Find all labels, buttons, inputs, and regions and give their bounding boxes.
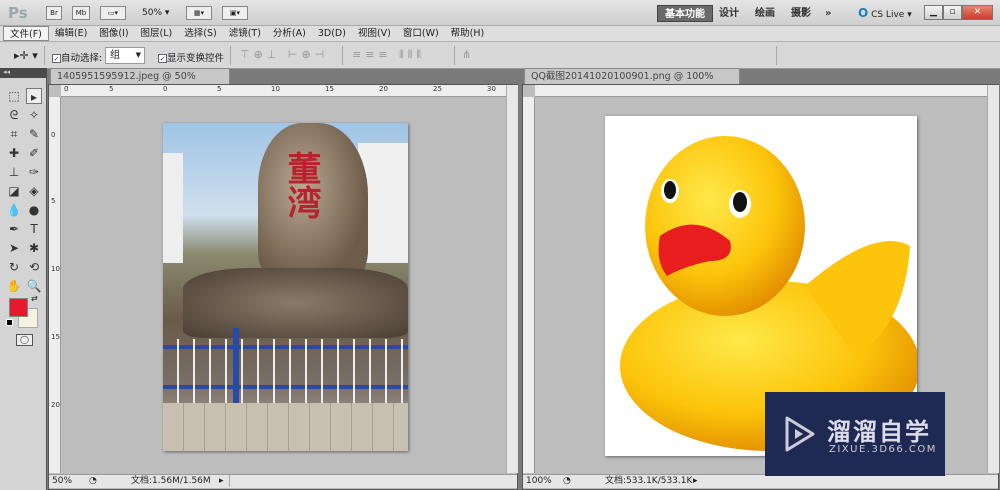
blur-tool-icon[interactable]: 💧 [6,202,22,218]
menu-bar: 文件(F) 编辑(E) 图像(I) 图层(L) 选择(S) 滤镜(T) 分析(A… [0,26,1000,42]
arrange-documents-button[interactable]: ▦▾ [186,6,212,20]
menu-analysis[interactable]: 分析(A) [267,26,312,41]
zoom-level-dropdown[interactable]: 50% ▾ [142,8,169,18]
marquee-tool-icon[interactable]: ⬚ [6,88,22,104]
3d-orbit-icon[interactable]: ⟲ [26,259,42,275]
eraser-tool-icon[interactable]: ◪ [6,183,22,199]
history-brush-icon[interactable]: ✑ [26,164,42,180]
status-bar: 50% ◔ 文档:1.56M/1.56M ▸ [49,474,517,488]
watermark-url: ZIXUE.3D66.COM [829,444,937,455]
vertical-ruler: 0 5 10 15 20 [49,97,61,473]
minimize-button[interactable]: ▁ [924,5,943,20]
toolbox: ◂◂ ⬚ ▸ ᘓ ✧ ⌗ ✎ ✚ ✐ ⊥ ✑ ◪ ◈ 💧 ● ✒ T ➤ ✱ ↻ ⟲ ✋ 🔍 ⇄ ◯ [0,68,47,490]
brush-tool-icon[interactable]: ✐ [26,145,42,161]
healing-brush-icon[interactable]: ✚ [6,145,22,161]
view-extras-button[interactable]: ▭▾ [100,6,126,20]
menu-layer[interactable]: 图层(L) [135,26,179,41]
zoom-level: 50% [142,8,163,18]
quick-mask-icon[interactable]: ◯ [16,334,33,346]
menu-image[interactable]: 图像(I) [93,26,134,41]
clone-stamp-icon[interactable]: ⊥ [6,164,22,180]
auto-select-value: 组 [110,50,120,61]
show-transform-checkbox[interactable]: ✓ 显示变换控件 [158,50,224,64]
type-tool-icon[interactable]: T [26,221,42,237]
status-menu-arrow[interactable]: ▸ [693,475,698,488]
maximize-button[interactable]: ▫ [943,5,962,20]
show-transform-label: 显示变换控件 [167,53,225,64]
align-buttons[interactable]: ⊤⊕⊥ ⊢⊕⊣ [240,48,328,61]
quick-select-tool-icon[interactable]: ✧ [26,107,42,123]
workspace-essentials[interactable]: 基本功能 [657,5,713,22]
more-workspaces-button[interactable]: » [818,5,838,22]
stone-photo: 董湾 [163,123,408,451]
crop-tool-icon[interactable]: ⌗ [6,126,22,142]
menu-select[interactable]: 选择(S) [178,26,222,41]
swap-colors-icon[interactable]: ⇄ [31,294,38,303]
watermark: 溜溜自学 ZIXUE.3D66.COM [765,392,945,476]
paint-bucket-icon[interactable]: ◈ [26,183,42,199]
move-tool-preset[interactable]: ▸✛ ▾ [14,49,38,62]
doc-tab-2[interactable]: QQ截图20141020100901.png @ 100%(RGB/8) ⊠ [524,68,740,97]
document-window-1: 0 5 0 5 10 15 20 25 30 0 5 10 15 20 董湾 50% ◔ 文档:1.56… [48,84,518,490]
checkbox-icon: ✓ [158,54,167,63]
default-colors-icon[interactable] [6,319,13,326]
horizontal-ruler [535,85,987,97]
mini-bridge-button[interactable]: Mb [72,6,90,20]
auto-select-checkbox[interactable]: ✓ 自动选择: [52,50,102,64]
toolbox-collapse[interactable]: ◂◂ [0,68,47,78]
hand-tool-icon[interactable]: ✋ [6,278,22,294]
title-bar: Ps Br Mb ▭▾ 50% ▾ ▦▾ ▣▾ 基本功能 设计 绘画 摄影 » … [0,0,1000,26]
cs-live-button[interactable]: O CS Live ▾ [858,6,912,20]
checkbox-icon: ✓ [52,54,61,63]
doc-tab-1[interactable]: 1405951595912.jpeg @ 50%(RGB/8#) ⊠ [50,68,230,97]
menu-help[interactable]: 帮助(H) [445,26,491,41]
menu-file[interactable]: 文件(F) [3,26,49,41]
workspace-design[interactable]: 设计 [712,5,746,22]
cs-live-label: CS Live [871,10,905,20]
menu-3d[interactable]: 3D(D) [312,26,352,41]
vertical-scrollbar[interactable] [987,85,999,473]
auto-select-dropdown[interactable]: 组 ▼ [105,47,145,64]
photoshop-logo: Ps [8,4,28,22]
auto-align-button[interactable]: ⋔ [462,48,471,61]
doc-info: 文档:1.56M/1.56M [131,476,211,486]
distribute-buttons[interactable]: ≡≡≡ ⫴⫴⫴ [352,48,425,62]
move-tool-icon[interactable]: ▸ [26,88,42,104]
3d-rotate-icon[interactable]: ↻ [6,259,22,275]
status-icon[interactable]: ◔ [89,475,97,488]
play-logo-icon [785,416,815,452]
workspace-painting[interactable]: 绘画 [748,5,782,22]
close-button[interactable]: ✕ [962,5,993,20]
cs-live-icon: O [858,6,869,20]
status-icon[interactable]: ◔ [563,475,571,488]
workspace-photography[interactable]: 摄影 [784,5,818,22]
doc-info: 文档:533.1K/533.1K [605,476,693,486]
lasso-tool-icon[interactable]: ᘓ [6,107,22,123]
foreground-color-swatch[interactable] [9,298,28,317]
dodge-tool-icon[interactable]: ● [26,202,42,218]
vertical-scrollbar[interactable] [506,85,518,473]
bridge-button[interactable]: Br [46,6,62,20]
path-select-icon[interactable]: ➤ [6,240,22,256]
vertical-ruler [523,97,535,473]
screen-mode-button[interactable]: ▣▾ [222,6,248,20]
zoom-tool-icon[interactable]: 🔍 [26,278,42,294]
horizontal-ruler: 0 5 0 5 10 15 20 25 30 [61,85,506,97]
status-bar: 100% ◔ 文档:533.1K/533.1K ▸ [523,474,998,488]
shape-tool-icon[interactable]: ✱ [26,240,42,256]
auto-select-label: 自动选择: [61,53,103,64]
horizontal-scrollbar[interactable] [229,475,499,487]
menu-filter[interactable]: 滤镜(T) [223,26,267,41]
watermark-name: 溜溜自学 [827,418,931,446]
zoom-field[interactable]: 50% [52,475,72,488]
menu-view[interactable]: 视图(V) [352,26,397,41]
status-menu-arrow[interactable]: ▸ [219,475,224,488]
pen-tool-icon[interactable]: ✒ [6,221,22,237]
menu-window[interactable]: 窗口(W) [397,26,445,41]
menu-edit[interactable]: 编辑(E) [49,26,93,41]
zoom-field[interactable]: 100% [526,475,552,488]
options-bar: ▸✛ ▾ ✓ 自动选择: 组 ▼ ✓ 显示变换控件 ⊤⊕⊥ ⊢⊕⊣ ≡≡≡ ⫴⫴⫴ ⋔ [0,42,1000,69]
eyedropper-tool-icon[interactable]: ✎ [26,126,42,142]
stone-inscription: 董湾 [281,151,321,219]
